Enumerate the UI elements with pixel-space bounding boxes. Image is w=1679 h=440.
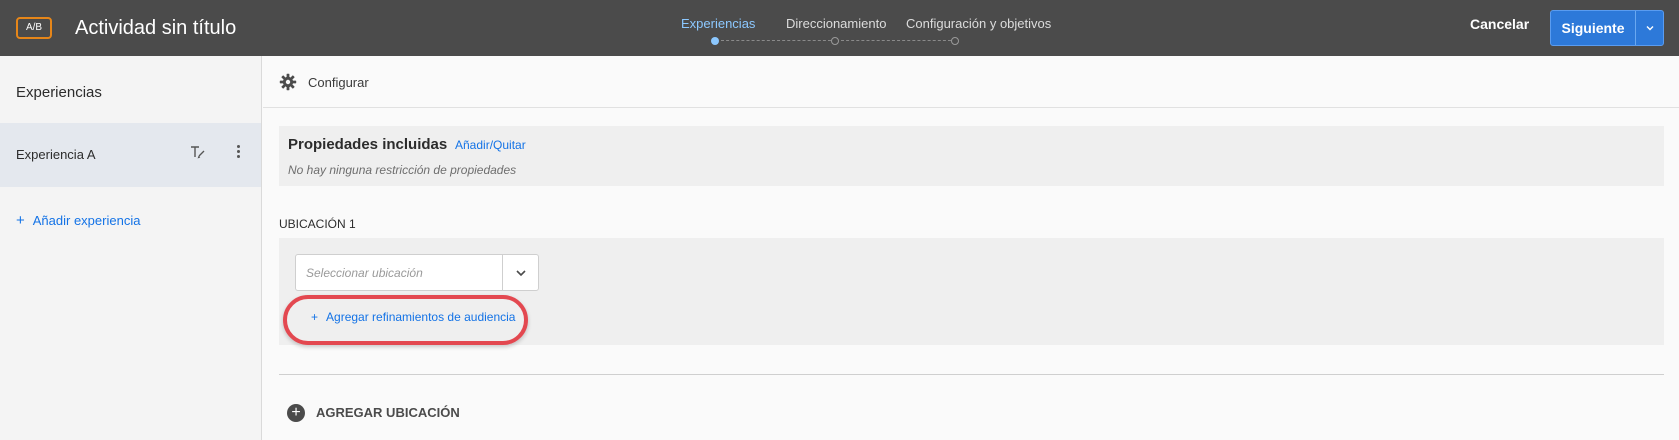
- top-bar: A/B Actividad sin título Experiencias Di…: [0, 0, 1679, 56]
- add-experience-link[interactable]: + Añadir experiencia: [16, 212, 140, 229]
- experience-label: Experiencia A: [16, 147, 96, 162]
- add-remove-link[interactable]: Añadir/Quitar: [455, 138, 526, 152]
- highlight-circle: [283, 295, 528, 345]
- step-indicator: [831, 37, 839, 45]
- properties-title: Propiedades incluidas: [288, 136, 448, 153]
- ab-badge: A/B: [16, 17, 52, 39]
- add-location-label: AGREGAR UBICACIÓN: [316, 405, 460, 420]
- location-label: UBICACIÓN 1: [279, 217, 356, 231]
- cancel-button[interactable]: Cancelar: [1470, 16, 1529, 32]
- step-indicator-active: [711, 37, 719, 45]
- experiences-sidebar: Experiencias Experiencia A + Añadir exper…: [0, 56, 262, 440]
- location-select[interactable]: Seleccionar ubicación: [295, 254, 539, 291]
- step-experiencias[interactable]: Experiencias: [681, 16, 755, 31]
- next-button-label: Siguiente: [1561, 20, 1625, 36]
- chevron-down-icon[interactable]: [503, 255, 539, 290]
- divider: [279, 374, 1664, 375]
- step-configuracion[interactable]: Configuración y objetivos: [906, 16, 1051, 31]
- step-connector: [721, 40, 831, 41]
- sidebar-title: Experiencias: [16, 84, 102, 101]
- more-options-icon[interactable]: [233, 143, 243, 163]
- gear-icon: [279, 73, 297, 91]
- properties-note: No hay ninguna restricción de propiedade…: [288, 163, 517, 177]
- next-button[interactable]: Siguiente: [1550, 10, 1664, 46]
- experience-item[interactable]: Experiencia A: [0, 123, 261, 187]
- step-direccionamiento[interactable]: Direccionamiento: [786, 16, 886, 31]
- configure-label: Configurar: [308, 75, 369, 90]
- add-experience-label: Añadir experiencia: [32, 213, 141, 228]
- plus-circle-icon: +: [287, 404, 305, 422]
- included-properties-panel: Propiedades incluidas Añadir/Quitar No h…: [279, 126, 1664, 186]
- configure-row[interactable]: Configurar: [263, 56, 1679, 108]
- plus-icon: +: [16, 212, 25, 229]
- location-panel: Seleccionar ubicación + Agregar refinamie…: [279, 238, 1664, 345]
- rename-icon[interactable]: [190, 144, 208, 162]
- step-connector: [841, 40, 951, 41]
- main-panel: Configurar Propiedades incluidas Añadir/…: [263, 56, 1679, 440]
- location-select-placeholder: Seleccionar ubicación: [306, 266, 423, 280]
- step-indicator: [951, 37, 959, 45]
- chevron-down-icon[interactable]: [1636, 11, 1664, 45]
- activity-title[interactable]: Actividad sin título: [75, 17, 236, 40]
